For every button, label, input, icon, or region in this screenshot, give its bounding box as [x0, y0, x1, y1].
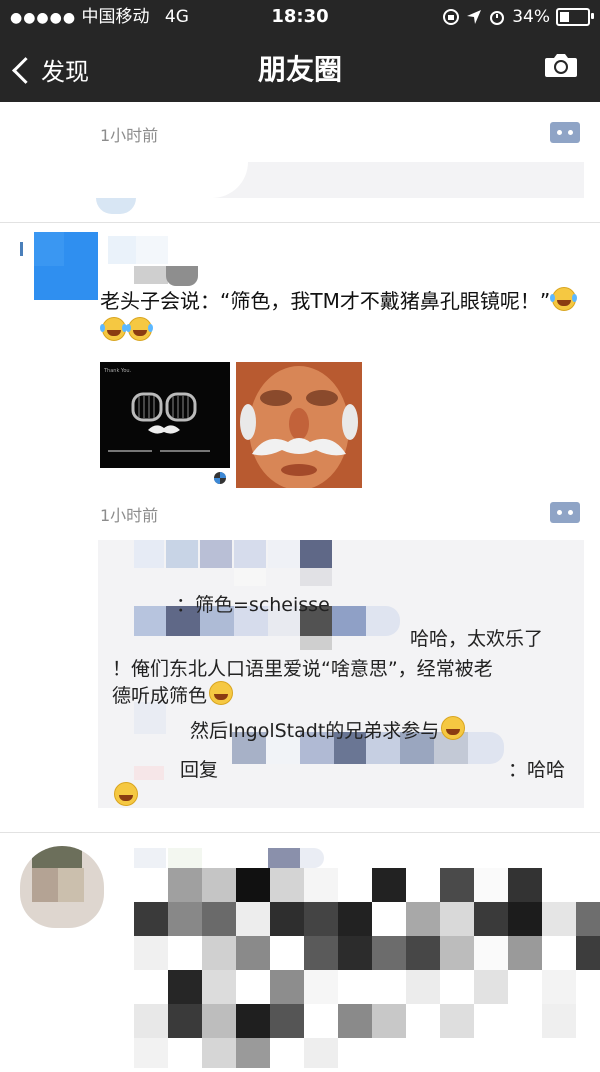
- blurred-name: [136, 236, 168, 264]
- blurred-like: [234, 568, 266, 586]
- blurred-like: [134, 540, 164, 568]
- nav-bar: 发现 朋友圈: [0, 34, 600, 102]
- tears-of-joy-emoji: [126, 317, 152, 341]
- avatar[interactable]: [20, 232, 98, 310]
- divider: [0, 222, 600, 223]
- reply-prefix: 回复: [180, 759, 219, 781]
- thinking-emoji: [441, 716, 466, 740]
- post1-comment-box: [98, 162, 584, 198]
- avatar[interactable]: [20, 846, 104, 928]
- blurred-name: [468, 732, 504, 764]
- comment-text: 哈哈，太欢乐了: [410, 628, 544, 650]
- comment-text: ！俺们东北人口语里爱说“啥意思”，经常被老: [112, 658, 493, 680]
- thinking-emoji: [114, 782, 138, 806]
- blurred-name: [332, 606, 366, 636]
- blurred-name: [168, 848, 202, 868]
- post2-time: 1小时前: [100, 506, 159, 525]
- photo-caption: Thank You.: [104, 368, 132, 374]
- blurred-name: [134, 766, 164, 780]
- status-right: 34%: [442, 6, 594, 28]
- divider: [0, 832, 600, 833]
- blurred-name: [366, 606, 400, 636]
- post-text-content: 老头子会说：“筛色，我TM才不戴猪鼻孔眼镜呢！”: [100, 289, 551, 313]
- alarm-icon: [490, 11, 505, 25]
- blurred-name: [134, 606, 166, 636]
- blurred-name: [166, 266, 198, 286]
- blurred-like: [200, 540, 232, 568]
- post-text: 老头子会说：“筛色，我TM才不戴猪鼻孔眼镜呢！”: [100, 286, 580, 346]
- blurred-name: [300, 636, 332, 650]
- face-mustache-image: [236, 362, 362, 488]
- battery-icon: [556, 8, 594, 26]
- blurred-like: [234, 540, 266, 568]
- blurred-like: [268, 540, 300, 568]
- kidney-grille-image: [100, 392, 230, 488]
- blurred-name: [108, 236, 136, 264]
- page-title: 朋友圈: [257, 53, 342, 86]
- blurred-name: [134, 266, 168, 284]
- blurred-fragment: [96, 198, 136, 214]
- tears-of-joy-emoji: [100, 317, 126, 341]
- comment-text: ：哈哈: [508, 759, 566, 781]
- comment-text: [112, 782, 138, 808]
- photo-thumbnail[interactable]: [236, 362, 362, 488]
- photo-thumbnail[interactable]: Thank You.: [100, 362, 230, 488]
- blurred-like: [300, 568, 332, 586]
- blurred-like: [166, 540, 198, 568]
- comment-text: ：筛色=scheisse: [176, 594, 330, 616]
- comment-text-content: 德听成筛色: [112, 685, 208, 707]
- blurred-comment: [98, 162, 248, 198]
- comment-text-content: 然后IngolStadt的兄弟求参与: [190, 720, 440, 742]
- blurred-name: [134, 848, 166, 868]
- location-icon: [467, 10, 482, 24]
- tears-of-joy-emoji: [550, 287, 577, 311]
- comment-text: 德听成筛色: [112, 681, 234, 708]
- status-bar: ●●●●● 中国移动 4G 18:30 34%: [0, 0, 600, 34]
- thinking-emoji: [209, 681, 234, 705]
- rotation-lock-icon: [443, 9, 460, 25]
- post1-time: 1小时前: [100, 126, 159, 145]
- blurred-name: [268, 848, 300, 868]
- blurred-like: [300, 540, 332, 568]
- comment-text: 然后IngolStadt的兄弟求参与: [190, 716, 466, 743]
- comment-button[interactable]: [550, 122, 580, 143]
- blurred-name: [300, 848, 324, 868]
- comment-button[interactable]: [550, 502, 580, 523]
- blurred-image[interactable]: [134, 868, 600, 1068]
- battery-percent: 34%: [512, 7, 550, 27]
- camera-icon[interactable]: [544, 52, 578, 78]
